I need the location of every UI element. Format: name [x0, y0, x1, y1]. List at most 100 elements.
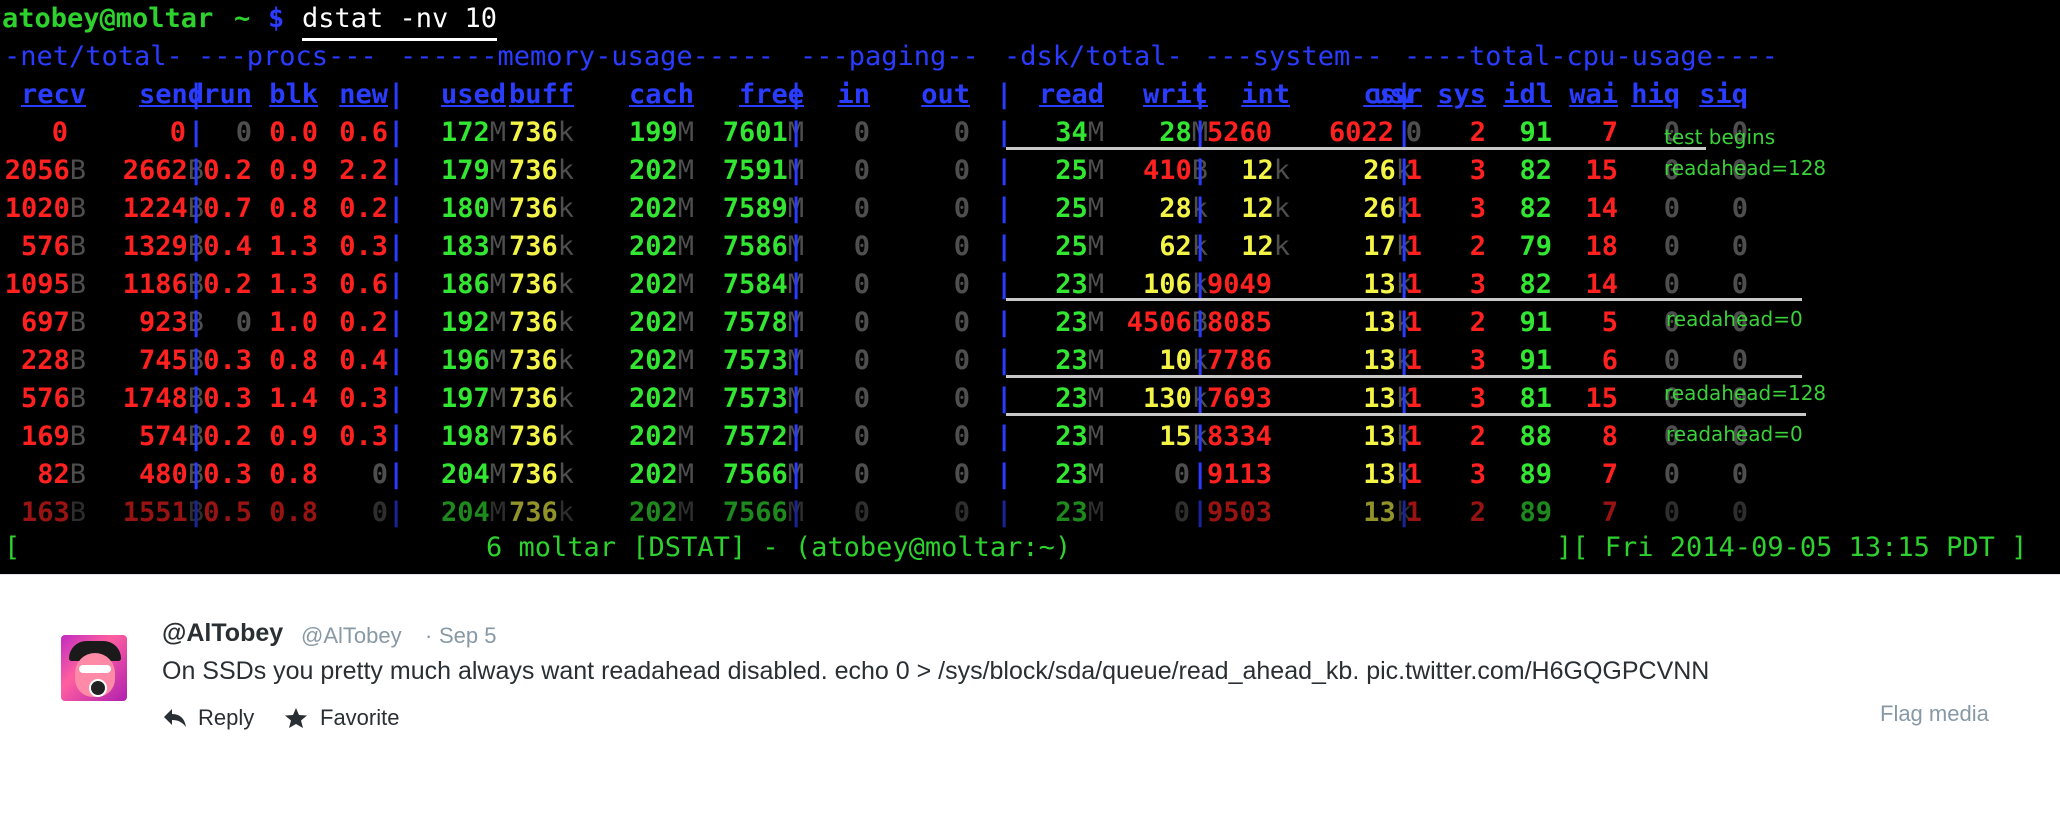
cell-value: 23 [1055, 459, 1088, 490]
cell-value: 0 [953, 193, 970, 224]
cell-value: 7584 [722, 269, 788, 300]
cell-blk: 0.8 [269, 494, 318, 532]
cell-value: 0.7 [203, 193, 252, 224]
cell-value: 0.2 [203, 269, 252, 300]
cell-new: 0 [372, 456, 388, 494]
cell-value: 0 [1663, 269, 1680, 300]
cell-sys: 3 [1470, 152, 1486, 190]
prompt-path: ~ [234, 3, 251, 34]
column-separator: | [1396, 79, 1413, 110]
column-separator: | [188, 269, 205, 300]
cell-value: 186 [440, 269, 490, 300]
column-header-sys: sys [1437, 79, 1486, 110]
cell-read: 25M [1055, 228, 1104, 266]
cell-value: 0.3 [203, 383, 252, 414]
column-separator: | [388, 79, 405, 110]
column-separator: | [996, 421, 1013, 452]
cell-value: 0 [371, 497, 388, 528]
cell-out: 0 [954, 114, 970, 152]
column-separator: | [188, 383, 205, 414]
cell-value: 23 [1055, 383, 1088, 414]
annotation-line [1006, 147, 1706, 150]
flag-media-link[interactable]: Flag media [1880, 701, 1989, 727]
cell-value: 34 [1055, 117, 1088, 148]
cell-value: 13 [1363, 307, 1396, 338]
column-separator: | [188, 155, 205, 186]
cell-value: 14 [1585, 193, 1618, 224]
reply-button[interactable]: Reply [162, 703, 272, 733]
cell-new: 0.3 [339, 228, 388, 266]
terminal-window[interactable]: atobey@moltar ~ $ dstat -nv 10 -net/tota… [0, 0, 2060, 574]
cell-out: 0 [954, 494, 970, 532]
cell-sys: 3 [1470, 190, 1486, 228]
column-separator: | [388, 117, 405, 148]
column-header-hiq: hiq [1631, 79, 1680, 110]
cell-writ: 0 [1174, 456, 1190, 494]
cell-value: 202 [628, 497, 678, 528]
cell-recv: 169B [21, 418, 86, 456]
column-separator: | [788, 421, 805, 452]
cell-value: 697 [20, 307, 70, 338]
cell-unit: B [69, 497, 86, 528]
cell-value: 2662 [122, 155, 188, 186]
cell-cach: 202M [629, 456, 694, 494]
column-separator: | [996, 459, 1013, 490]
cell-out: 0 [954, 190, 970, 228]
cell-out: 0 [954, 380, 970, 418]
display-name[interactable]: @AlTobey [162, 619, 283, 648]
cell-int: 9503 [1207, 494, 1272, 532]
cell-out: 0 [954, 228, 970, 266]
cell-value: 17 [1363, 231, 1396, 262]
tweet-media-link[interactable]: pic.twitter.com/H6GQGPCVNN [1366, 657, 1709, 685]
cell-value: 198 [440, 421, 490, 452]
cell-new: 0.3 [339, 380, 388, 418]
column-separator: | [188, 79, 205, 110]
cell-sys: 2 [1470, 228, 1486, 266]
cell-blk: 0.9 [269, 418, 318, 456]
cell-value: 0.3 [339, 383, 388, 414]
cell-value: 736 [508, 117, 558, 148]
cell-value: 23 [1055, 269, 1088, 300]
cell-idl: 88 [1519, 418, 1552, 456]
prompt-user-host: atobey@moltar [2, 3, 214, 34]
cell-value: 7591 [722, 155, 788, 186]
annotation-line [1006, 375, 1802, 378]
column-separator: | [188, 497, 205, 528]
user-handle[interactable]: @AlTobey [301, 623, 402, 649]
cell-idl: 82 [1519, 190, 1552, 228]
cell-value: 89 [1519, 459, 1552, 490]
cell-value: 4506 [1126, 307, 1192, 338]
cell-recv: 163B [21, 494, 86, 532]
column-separator: | [188, 193, 205, 224]
cell-value: 25 [1055, 231, 1088, 262]
status-bar-left: [ [4, 532, 21, 563]
column-separator: | [388, 269, 405, 300]
cell-value: 1.4 [269, 383, 318, 414]
cell-buff: 736k [509, 266, 574, 304]
cell-unit: B [69, 421, 86, 452]
cell-value: 0 [1173, 459, 1190, 490]
tweet-date[interactable]: Sep 5 [439, 623, 497, 649]
cell-value: 23 [1055, 307, 1088, 338]
cell-unit: k [1273, 155, 1290, 186]
favorite-button[interactable]: Favorite [284, 703, 424, 733]
cell-unit: k [1273, 231, 1290, 262]
cell-value: 2 [1469, 421, 1486, 452]
status-bar-clock: ][ Fri 2014-09-05 13:15 PDT ] [1556, 532, 2028, 563]
cell-buff: 736k [509, 456, 574, 494]
column-header-cach: cach [628, 79, 694, 110]
table-row: 163B 1551B 0.5 0.8 0 204M 736k 202M 7566M 0 0 23M 0 9… [0, 494, 2060, 532]
cell-value: 130 [1142, 383, 1192, 414]
cell-unit: M [1087, 345, 1104, 376]
avatar[interactable] [61, 635, 127, 701]
cell-value: 204 [440, 459, 490, 490]
cell-recv: 576B [21, 228, 86, 266]
cell-siq: 0 [1732, 494, 1748, 532]
cell-value: 10 [1159, 345, 1192, 376]
cell-unit: M [1087, 383, 1104, 414]
cell-blk: 0.8 [269, 190, 318, 228]
cell-unit: B [69, 459, 86, 490]
cell-value: 12 [1241, 193, 1274, 224]
cell-unit: M [1087, 459, 1104, 490]
cell-value: 3 [1469, 383, 1486, 414]
